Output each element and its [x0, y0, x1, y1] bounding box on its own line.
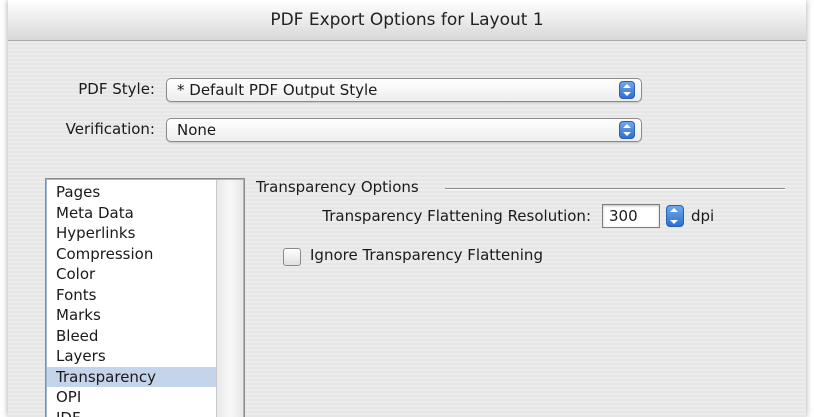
- sidebar-item-marks[interactable]: Marks: [47, 305, 217, 325]
- resolution-unit: dpi: [691, 207, 715, 225]
- sidebar-item-fonts[interactable]: Fonts: [47, 285, 217, 305]
- popup-arrows-icon: [619, 81, 635, 99]
- list-scrollbar[interactable]: [216, 180, 243, 417]
- resolution-field[interactable]: 300: [602, 204, 660, 228]
- group-divider: [445, 188, 785, 190]
- transparency-group-title: Transparency Options: [256, 178, 419, 196]
- sidebar-item-meta-data[interactable]: Meta Data: [47, 203, 217, 223]
- sidebar-item-jdf[interactable]: JDF: [47, 408, 217, 417]
- ignore-flattening-label: Ignore Transparency Flattening: [310, 246, 543, 264]
- pdf-export-options-dialog: PDF Export Options for Layout 1 PDF Styl…: [8, 0, 806, 417]
- pdf-style-popup[interactable]: * Default PDF Output Style: [166, 78, 642, 102]
- resolution-label: Transparency Flattening Resolution:: [322, 207, 591, 225]
- sidebar-item-opi[interactable]: OPI: [47, 387, 217, 407]
- sidebar-item-layers[interactable]: Layers: [47, 346, 217, 366]
- sidebar-item-compression[interactable]: Compression: [47, 244, 217, 264]
- verification-value: None: [177, 121, 217, 139]
- verification-popup[interactable]: None: [166, 118, 642, 142]
- sidebar-item-color[interactable]: Color: [47, 264, 217, 284]
- pdf-style-value: * Default PDF Output Style: [177, 81, 378, 99]
- pdf-style-label: PDF Style:: [78, 80, 155, 98]
- category-list[interactable]: Pages Meta Data Hyperlinks Compression Color…: [45, 178, 245, 417]
- verification-label: Verification:: [65, 120, 155, 138]
- sidebar-item-transparency[interactable]: Transparency: [47, 366, 217, 387]
- dialog-title: PDF Export Options for Layout 1: [8, 0, 806, 41]
- sidebar-item-hyperlinks[interactable]: Hyperlinks: [47, 223, 217, 243]
- sidebar-item-pages[interactable]: Pages: [47, 182, 217, 202]
- ignore-flattening-checkbox[interactable]: [283, 248, 301, 266]
- resolution-stepper[interactable]: [666, 205, 684, 227]
- sidebar-item-bleed[interactable]: Bleed: [47, 326, 217, 346]
- popup-arrows-icon: [619, 121, 635, 139]
